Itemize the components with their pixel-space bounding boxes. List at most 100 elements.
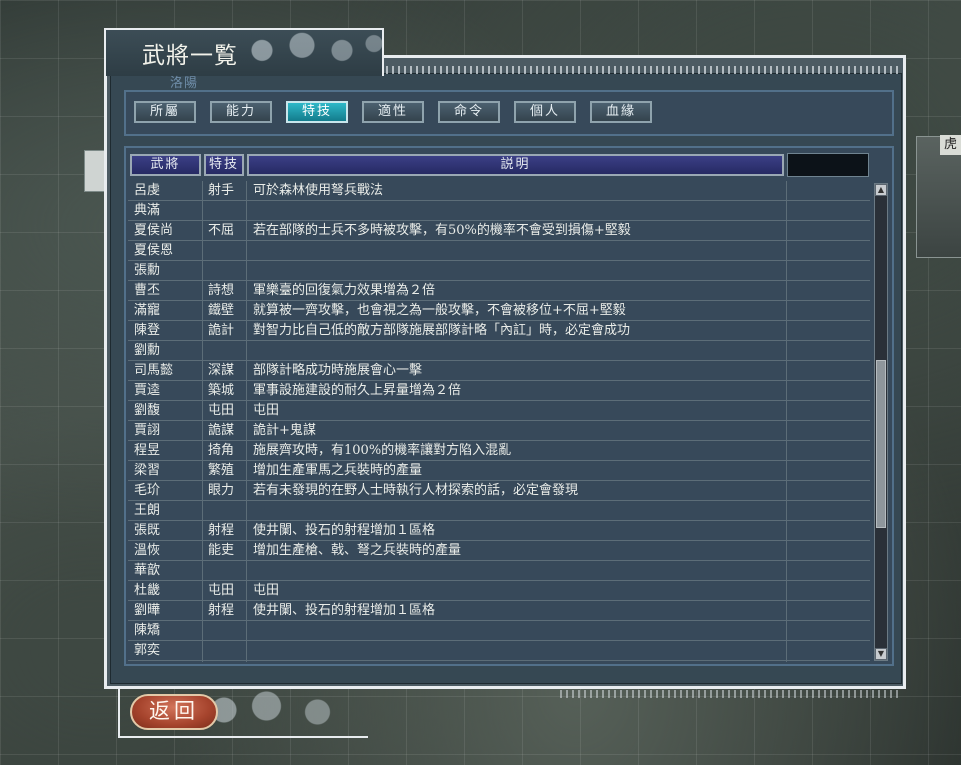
officer-name: 梁習 — [134, 463, 161, 478]
officer-name: 劉勳 — [134, 343, 161, 358]
tab-3[interactable]: 適性 — [362, 101, 424, 123]
table-row[interactable]: 典滿 — [128, 201, 870, 221]
table-row[interactable]: 賈詡 詭謀 詭計+鬼謀 — [128, 421, 870, 441]
officer-skill: 深謀 — [208, 363, 235, 378]
skill-description: 詭計+鬼謀 — [253, 423, 316, 438]
officer-skill: 射程 — [208, 523, 235, 538]
skill-description: 就算被一齊攻擊，也會視之為一般攻擊，不會被移位+不屈+堅毅 — [253, 303, 626, 318]
officer-skill: 屯田 — [208, 583, 235, 598]
officer-name: 賈逵 — [134, 383, 161, 398]
officer-name: 劉馥 — [134, 403, 161, 418]
officer-name: 典滿 — [134, 203, 161, 218]
map-city-label: 虎 — [940, 135, 961, 155]
officer-skill: 射手 — [208, 183, 235, 198]
skill-description: 軍樂臺的回復氣力效果增為２倍 — [253, 283, 436, 298]
officer-skill: 不屈 — [208, 223, 235, 238]
officer-name: 陳登 — [134, 323, 161, 338]
table-row[interactable]: 程昱 掎角 施展齊攻時，有100%的機率讓對方陷入混亂 — [128, 441, 870, 461]
city-subtitle: 洛陽 — [170, 76, 199, 91]
officer-skill: 築城 — [208, 383, 235, 398]
skill-description: 若有未發現的在野人士時執行人材探索的話，必定會發現 — [253, 483, 579, 498]
scroll-down-arrow-icon[interactable]: ▼ — [875, 648, 887, 660]
table-row[interactable]: 溫恢 能吏 增加生產槍、戟、弩之兵裝時的產量 — [128, 541, 870, 561]
table-row[interactable]: 劉勳 — [128, 341, 870, 361]
officer-name: 曹丕 — [134, 283, 161, 298]
table-body: 呂虔 射手 可於森林使用弩兵戰法典滿夏侯尚 不屈 若在部隊的士兵不多時被攻擊，有50%的… — [128, 181, 870, 662]
skill-description: 使井闌、投石的射程增加１區格 — [253, 603, 436, 618]
table-row[interactable]: 郭奕 — [128, 641, 870, 661]
tab-5[interactable]: 個人 — [514, 101, 576, 123]
table-row[interactable]: 王朗 — [128, 501, 870, 521]
tab-1[interactable]: 能力 — [210, 101, 272, 123]
officer-name: 呂虔 — [134, 183, 161, 198]
officer-skill: 繁殖 — [208, 463, 235, 478]
skill-description: 軍事設施建設的耐久上昇量增為２倍 — [253, 383, 462, 398]
cloud-ornament — [230, 30, 390, 64]
skill-description: 對智力比自己低的敵方部隊施展部隊計略「內訌」時，必定會成功 — [253, 323, 631, 338]
officer-name: 司馬懿 — [134, 363, 174, 378]
table-row[interactable]: 夏侯恩 — [128, 241, 870, 261]
table-row[interactable]: 劉曄 射程 使井闌、投石的射程增加１區格 — [128, 601, 870, 621]
officer-name: 陳矯 — [134, 623, 161, 638]
table-row[interactable]: 賈逵 築城 軍事設施建設的耐久上昇量增為２倍 — [128, 381, 870, 401]
officer-name: 張既 — [134, 523, 161, 538]
skill-description: 若在部隊的士兵不多時被攻擊，有50%的機率不會受到損傷+堅毅 — [253, 223, 631, 238]
officer-skill: 詭計 — [208, 323, 235, 338]
column-header-name[interactable]: 武將 — [130, 154, 201, 176]
officer-name: 郭奕 — [134, 643, 161, 658]
table-row[interactable]: 華歆 — [128, 561, 870, 581]
officer-skill: 能吏 — [208, 543, 235, 558]
skill-description: 使井闌、投石的射程增加１區格 — [253, 523, 436, 538]
scrollbar-thumb[interactable] — [876, 360, 886, 528]
officer-name: 毛玠 — [134, 483, 161, 498]
table-row[interactable]: 曹丕 詩想 軍樂臺的回復氣力效果增為２倍 — [128, 281, 870, 301]
officer-name: 張勳 — [134, 263, 161, 278]
skill-description: 可於森林使用弩兵戰法 — [253, 183, 384, 198]
officer-name: 程昱 — [134, 443, 161, 458]
table-row[interactable]: 劉馥 屯田 屯田 — [128, 401, 870, 421]
tab-0[interactable]: 所屬 — [134, 101, 196, 123]
skill-description: 屯田 — [253, 403, 280, 418]
skill-description: 施展齊攻時，有100%的機率讓對方陷入混亂 — [253, 443, 512, 458]
officer-name: 賈詡 — [134, 423, 161, 438]
column-header-description[interactable]: 説明 — [247, 154, 784, 176]
skill-description: 增加生產軍馬之兵裝時的產量 — [253, 463, 423, 478]
table-row[interactable]: 張既 射程 使井闌、投石的射程增加１區格 — [128, 521, 870, 541]
tab-6[interactable]: 血緣 — [590, 101, 652, 123]
table-row[interactable]: 司馬懿 深謀 部隊計略成功時施展會心一擊 — [128, 361, 870, 381]
officer-name: 溫恢 — [134, 543, 161, 558]
table-row[interactable]: 梁習 繁殖 增加生產軍馬之兵裝時的產量 — [128, 461, 870, 481]
table-row[interactable]: 陳登 詭計 對智力比自己低的敵方部隊施展部隊計略「內訌」時，必定會成功 — [128, 321, 870, 341]
table-row[interactable]: 毛玠 眼力 若有未發現的在野人士時執行人材探索的話，必定會發現 — [128, 481, 870, 501]
officer-skill: 詩想 — [208, 283, 235, 298]
frame-decoration — [380, 66, 900, 74]
officer-skill: 掎角 — [208, 443, 235, 458]
officer-skill: 射程 — [208, 603, 235, 618]
window-title: 武將一覧 — [142, 43, 238, 69]
officer-skill: 鐵壁 — [208, 303, 235, 318]
table-row[interactable]: 滿寵 鐵壁 就算被一齊攻擊，也會視之為一般攻擊，不會被移位+不屈+堅毅 — [128, 301, 870, 321]
table-row[interactable]: 杜畿 屯田 屯田 — [128, 581, 870, 601]
scroll-up-arrow-icon[interactable]: ▲ — [875, 184, 887, 196]
officer-skill: 屯田 — [208, 403, 235, 418]
tab-2[interactable]: 特技 — [286, 101, 348, 123]
officer-name: 夏侯恩 — [134, 243, 174, 258]
skill-description: 部隊計略成功時施展會心一擊 — [253, 363, 423, 378]
officer-name: 華歆 — [134, 563, 161, 578]
table-row[interactable]: 夏侯尚 不屈 若在部隊的士兵不多時被攻擊，有50%的機率不會受到損傷+堅毅 — [128, 221, 870, 241]
tab-4[interactable]: 命令 — [438, 101, 500, 123]
officer-name: 杜畿 — [134, 583, 161, 598]
table-row[interactable]: 陳矯 — [128, 621, 870, 641]
skill-description: 屯田 — [253, 583, 280, 598]
skill-description: 增加生產槍、戟、弩之兵裝時的產量 — [253, 543, 462, 558]
officer-name: 劉曄 — [134, 603, 161, 618]
table-row[interactable]: 呂虔 射手 可於森林使用弩兵戰法 — [128, 181, 870, 201]
officer-name: 滿寵 — [134, 303, 161, 318]
back-button[interactable]: 返回 — [130, 694, 218, 730]
officer-skill: 眼力 — [208, 483, 235, 498]
officer-name: 夏侯尚 — [134, 223, 174, 238]
table-row[interactable]: 張勳 — [128, 261, 870, 281]
officer-name: 王朗 — [134, 503, 161, 518]
column-header-skill[interactable]: 特技 — [204, 154, 244, 176]
officer-skill: 詭謀 — [208, 423, 235, 438]
